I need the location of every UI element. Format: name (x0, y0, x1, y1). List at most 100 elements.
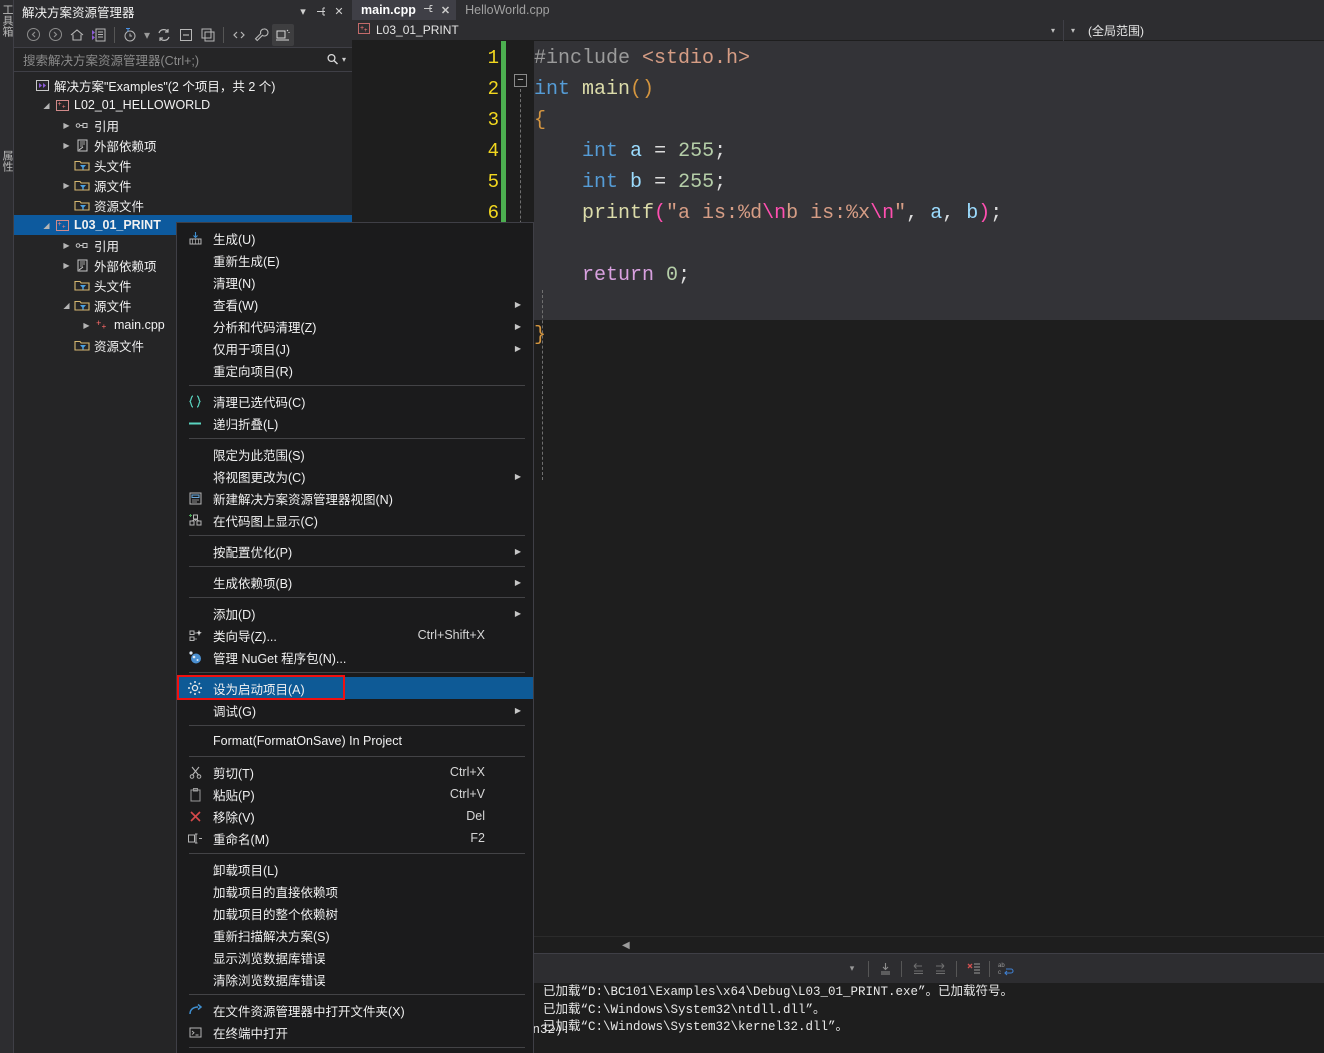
menu-item[interactable]: 清除浏览数据库错误 (177, 968, 533, 990)
menu-item[interactable]: 仅用于项目(J) ▶ (177, 337, 533, 359)
view-code-icon[interactable] (228, 24, 250, 46)
output-text[interactable]: 已加载“D:\BC101\Examples\x64\Debug\L03_01_P… (534, 983, 1324, 1053)
tree-item[interactable]: 资源文件 (14, 195, 352, 215)
menu-item[interactable]: 生成(U) (177, 227, 533, 249)
twisty-icon[interactable]: ▶ (60, 121, 73, 130)
menu-item-label: 加载项目的直接依赖项 (213, 885, 339, 900)
code-empty-area[interactable]: } (534, 290, 1324, 953)
tab-main-cpp[interactable]: main.cpp ✕ (352, 0, 457, 20)
refresh-icon[interactable] (153, 24, 175, 46)
menu-item[interactable]: 重新生成(E) (177, 249, 533, 271)
menu-item[interactable]: 移除(V) Del (177, 805, 533, 827)
menu-item[interactable]: 新建解决方案资源管理器视图(N) (177, 487, 533, 509)
twisty-icon[interactable]: ◢ (40, 101, 53, 110)
menu-item[interactable]: 加载项目的直接依赖项 (177, 880, 533, 902)
menu-item[interactable]: 递归折叠(L) (177, 412, 533, 434)
menu-item[interactable]: 粘贴(P) Ctrl+V (177, 783, 533, 805)
menu-item[interactable]: 按配置优化(P) ▶ (177, 540, 533, 562)
menu-item[interactable]: 加载项目的整个依赖树 (177, 902, 533, 924)
menu-item[interactable]: 将视图更改为(C) ▶ (177, 465, 533, 487)
menu-item[interactable]: 生成依赖项(B) ▶ (177, 571, 533, 593)
output-source-dropdown-icon[interactable]: ▾ (841, 958, 863, 980)
collapse-all-icon[interactable] (175, 24, 197, 46)
go-to-next-message-icon[interactable] (929, 958, 951, 980)
menu-item[interactable]: 在文件资源管理器中打开文件夹(X) (177, 999, 533, 1021)
menu-item[interactable]: 显示浏览数据库错误 (177, 946, 533, 968)
twisty-icon[interactable]: ▶ (60, 141, 73, 150)
menu-item[interactable]: 调试(G) ▶ (177, 699, 533, 721)
close-icon[interactable]: ✕ (330, 2, 348, 20)
menu-item[interactable]: 在代码图上显示(C) (177, 509, 533, 531)
menu-separator (189, 725, 525, 726)
back-icon[interactable] (22, 24, 44, 46)
search-box[interactable]: 搜索解决方案资源管理器(Ctrl+;) ▾ (14, 48, 352, 72)
menu-item-label: 按配置优化(P) (213, 545, 293, 560)
menu-item-label: 重定向项目(R) (213, 364, 293, 379)
menu-item[interactable]: 添加(D) ▶ (177, 602, 533, 624)
home-icon[interactable] (66, 24, 88, 46)
tree-item[interactable]: ▶ 外部依赖项 (14, 135, 352, 155)
properties-wrench-icon[interactable] (250, 24, 272, 46)
preview-selected-items-icon[interactable] (272, 23, 294, 46)
menu-item[interactable]: 清理已选代码(C) (177, 390, 533, 412)
pending-changes-icon[interactable] (119, 24, 141, 46)
menu-item[interactable]: 查看(W) ▶ (177, 293, 533, 315)
clear-pane-icon[interactable] (962, 958, 984, 980)
vertical-tab-toolbox[interactable]: 工具箱 (1, 4, 13, 37)
twisty-icon[interactable]: ▶ (80, 321, 93, 330)
pin-icon[interactable] (423, 3, 434, 17)
twisty-icon[interactable]: ◢ (40, 221, 53, 230)
fold-toggle-icon[interactable]: − (514, 74, 527, 87)
chevron-down-icon[interactable]: ▾ (1051, 26, 1055, 35)
tree-item-label: 头文件 (94, 279, 132, 294)
go-to-previous-message-icon[interactable] (907, 958, 929, 980)
pending-changes-dropdown-icon[interactable]: ▾ (141, 24, 153, 46)
project-context-menu[interactable]: 生成(U) 重新生成(E) 清理(N) 查看(W) ▶ 分析和代码清理(Z) ▶ 仅用于项目(… (176, 222, 534, 1053)
search-input[interactable]: 搜索解决方案资源管理器(Ctrl+;) (23, 50, 326, 69)
close-icon[interactable]: ✕ (441, 4, 450, 17)
tab-helloworld-cpp[interactable]: HelloWorld.cpp (456, 0, 556, 20)
menu-item[interactable]: 重命名(M) F2 (177, 827, 533, 849)
search-dropdown-caret[interactable]: ▾ (342, 55, 346, 64)
chevron-down-icon[interactable]: ▾ (1071, 26, 1075, 35)
solution-explorer-view-icon[interactable] (88, 24, 110, 46)
navbar-project-selector[interactable]: + + L03_01_PRINT ▾ (352, 19, 1064, 41)
pin-icon[interactable] (312, 2, 330, 20)
chevron-right-icon: ▶ (514, 321, 521, 331)
menu-item-label: 加载项目的整个依赖树 (213, 907, 339, 922)
show-all-files-icon[interactable] (197, 24, 219, 46)
menu-item[interactable]: 剪切(T) Ctrl+X (177, 761, 533, 783)
menu-item[interactable]: 在终端中打开 (177, 1021, 533, 1043)
twisty-icon[interactable]: ◢ (60, 301, 73, 310)
search-icon[interactable]: ▾ (326, 49, 346, 71)
twisty-icon[interactable]: ▶ (60, 241, 73, 250)
menu-item[interactable]: Format(FormatOnSave) In Project (177, 730, 533, 752)
twisty-icon[interactable]: ▶ (60, 181, 73, 190)
tree-item[interactable]: 头文件 (14, 155, 352, 175)
menu-item[interactable]: 卸载项目(L) (177, 858, 533, 880)
menu-separator (189, 756, 525, 757)
line-number-column: 123456 (488, 41, 499, 229)
menu-item[interactable]: 分析和代码清理(Z) ▶ (177, 315, 533, 337)
toggle-word-wrap-icon[interactable]: ab c (995, 958, 1017, 980)
tree-item[interactable]: ▶ 源文件 (14, 175, 352, 195)
menu-item[interactable]: 重新扫描解决方案(S) (177, 924, 533, 946)
tree-item[interactable]: 解决方案"Examples"(2 个项目，共 2 个) (14, 75, 352, 95)
horizontal-scrollbar[interactable]: ◀ (534, 936, 1324, 953)
menu-item[interactable]: 管理 NuGet 程序包(N)... (177, 646, 533, 668)
chevron-down-icon[interactable]: ▾ (294, 2, 312, 20)
tree-item[interactable]: ▶ 引用 (14, 115, 352, 135)
menu-item[interactable]: 清理(N) (177, 271, 533, 293)
clear-all-icon[interactable] (874, 958, 896, 980)
menu-item[interactable]: 类向导(Z)... Ctrl+Shift+X (177, 624, 533, 646)
menu-item[interactable]: 设为启动项目(A) (177, 677, 533, 699)
twisty-icon[interactable]: ▶ (60, 261, 73, 270)
menu-item[interactable]: 重定向项目(R) (177, 359, 533, 381)
navbar-scope-selector[interactable]: ▾ (全局范围) (1064, 20, 1324, 41)
vertical-tab-properties[interactable]: 属性 (1, 150, 13, 172)
scroll-left-arrow-icon[interactable]: ◀ (622, 940, 630, 951)
forward-icon[interactable] (44, 24, 66, 46)
tree-item[interactable]: ◢ + + L02_01_HELLOWORLD (14, 95, 352, 115)
code-text[interactable]: #include <stdio.h> int main() { int a = … (534, 41, 1324, 320)
menu-item[interactable]: 限定为此范围(S) (177, 443, 533, 465)
